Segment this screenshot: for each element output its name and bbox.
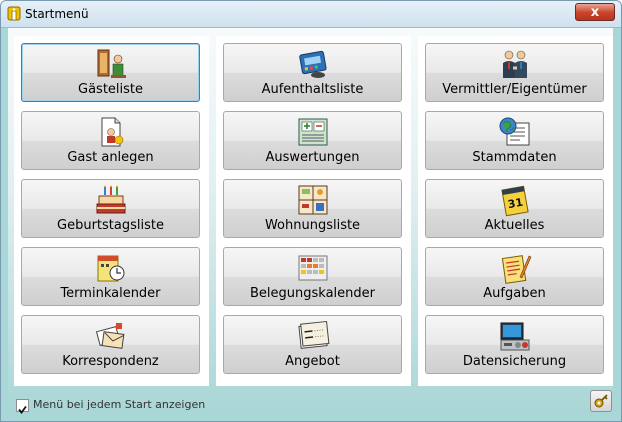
window-title: Startmenü (25, 7, 89, 21)
birthday-cake-icon (96, 185, 125, 214)
show-on-start-checkbox[interactable] (16, 399, 29, 414)
svg-text:31: 31 (506, 196, 523, 211)
backup-button[interactable]: Datensicherung (425, 315, 604, 374)
tile-label: Belegungskalender (250, 286, 375, 301)
tile-label: Terminkalender (60, 286, 161, 301)
menu-column-2: Aufenthaltsliste Auswertungen Wohnungsli… (216, 36, 411, 386)
tile-label: Datensicherung (462, 354, 567, 369)
stay-list-icon (298, 50, 327, 78)
apartment-list-button[interactable]: Wohnungsliste (223, 179, 402, 238)
menu-column-1: Gästeliste Gast anlegen Geburtstagsliste… (14, 36, 209, 386)
apartment-list-icon (298, 185, 327, 215)
reports-button[interactable]: Auswertungen (223, 111, 402, 170)
key-settings-icon (594, 394, 608, 408)
correspondence-icon (95, 323, 124, 349)
tile-label: Angebot (285, 354, 340, 369)
tile-label: Aufgaben (483, 286, 546, 301)
checkmark-icon (18, 405, 27, 414)
settings-button[interactable] (590, 390, 612, 412)
tasks-button[interactable]: Aufgaben (425, 247, 604, 306)
close-button[interactable]: x (575, 3, 615, 21)
show-on-start-label[interactable]: Menü bei jedem Start anzeigen (33, 398, 205, 411)
agents-owners-button[interactable]: Vermittler/Eigentümer (425, 43, 604, 102)
offer-button[interactable]: Angebot (223, 315, 402, 374)
appointment-calendar-button[interactable]: Terminkalender (21, 247, 200, 306)
guest-list-icon (97, 49, 126, 78)
new-guest-button[interactable]: Gast anlegen (21, 111, 200, 170)
offer-icon (297, 320, 329, 349)
tasks-icon (501, 255, 531, 284)
tile-label: Korrespondenz (62, 354, 159, 369)
tile-label: Auswertungen (265, 150, 360, 165)
tile-label: Stammdaten (472, 150, 557, 165)
tile-label: Aktuelles (484, 218, 545, 233)
stay-list-button[interactable]: Aufenthaltsliste (223, 43, 402, 102)
correspondence-button[interactable]: Korrespondenz (21, 315, 200, 374)
appointment-calendar-icon (97, 255, 124, 282)
birthday-list-button[interactable]: Geburtstagsliste (21, 179, 200, 238)
client-area: Gästeliste Gast anlegen Geburtstagsliste… (8, 28, 613, 414)
tile-label: Gast anlegen (67, 150, 154, 165)
guest-list-button[interactable]: Gästeliste (21, 43, 200, 102)
close-icon: x (590, 4, 600, 20)
news-calendar-icon: 31 (500, 185, 529, 217)
occupancy-calendar-icon (298, 255, 327, 281)
startmenu-window: Startmenü x Gästeliste Gast anlegen Gebu… (0, 0, 622, 422)
tile-label: Gästeliste (78, 82, 143, 97)
backup-icon (500, 322, 529, 351)
master-data-icon (499, 117, 529, 146)
tile-label: Vermittler/Eigentümer (442, 82, 587, 97)
agents-owners-icon (502, 50, 527, 78)
new-guest-icon (101, 117, 123, 147)
app-icon (7, 6, 21, 21)
tile-label: Wohnungsliste (264, 218, 361, 233)
news-button[interactable]: 31 Aktuelles (425, 179, 604, 238)
menu-column-3: Vermittler/Eigentümer Stammdaten 31 Aktu… (418, 36, 613, 386)
occupancy-calendar-button[interactable]: Belegungskalender (223, 247, 402, 306)
tile-label: Aufenthaltsliste (261, 82, 364, 97)
master-data-button[interactable]: Stammdaten (425, 111, 604, 170)
tile-label: Geburtstagsliste (57, 218, 164, 233)
reports-icon (298, 118, 327, 146)
title-bar: Startmenü x (1, 1, 621, 28)
